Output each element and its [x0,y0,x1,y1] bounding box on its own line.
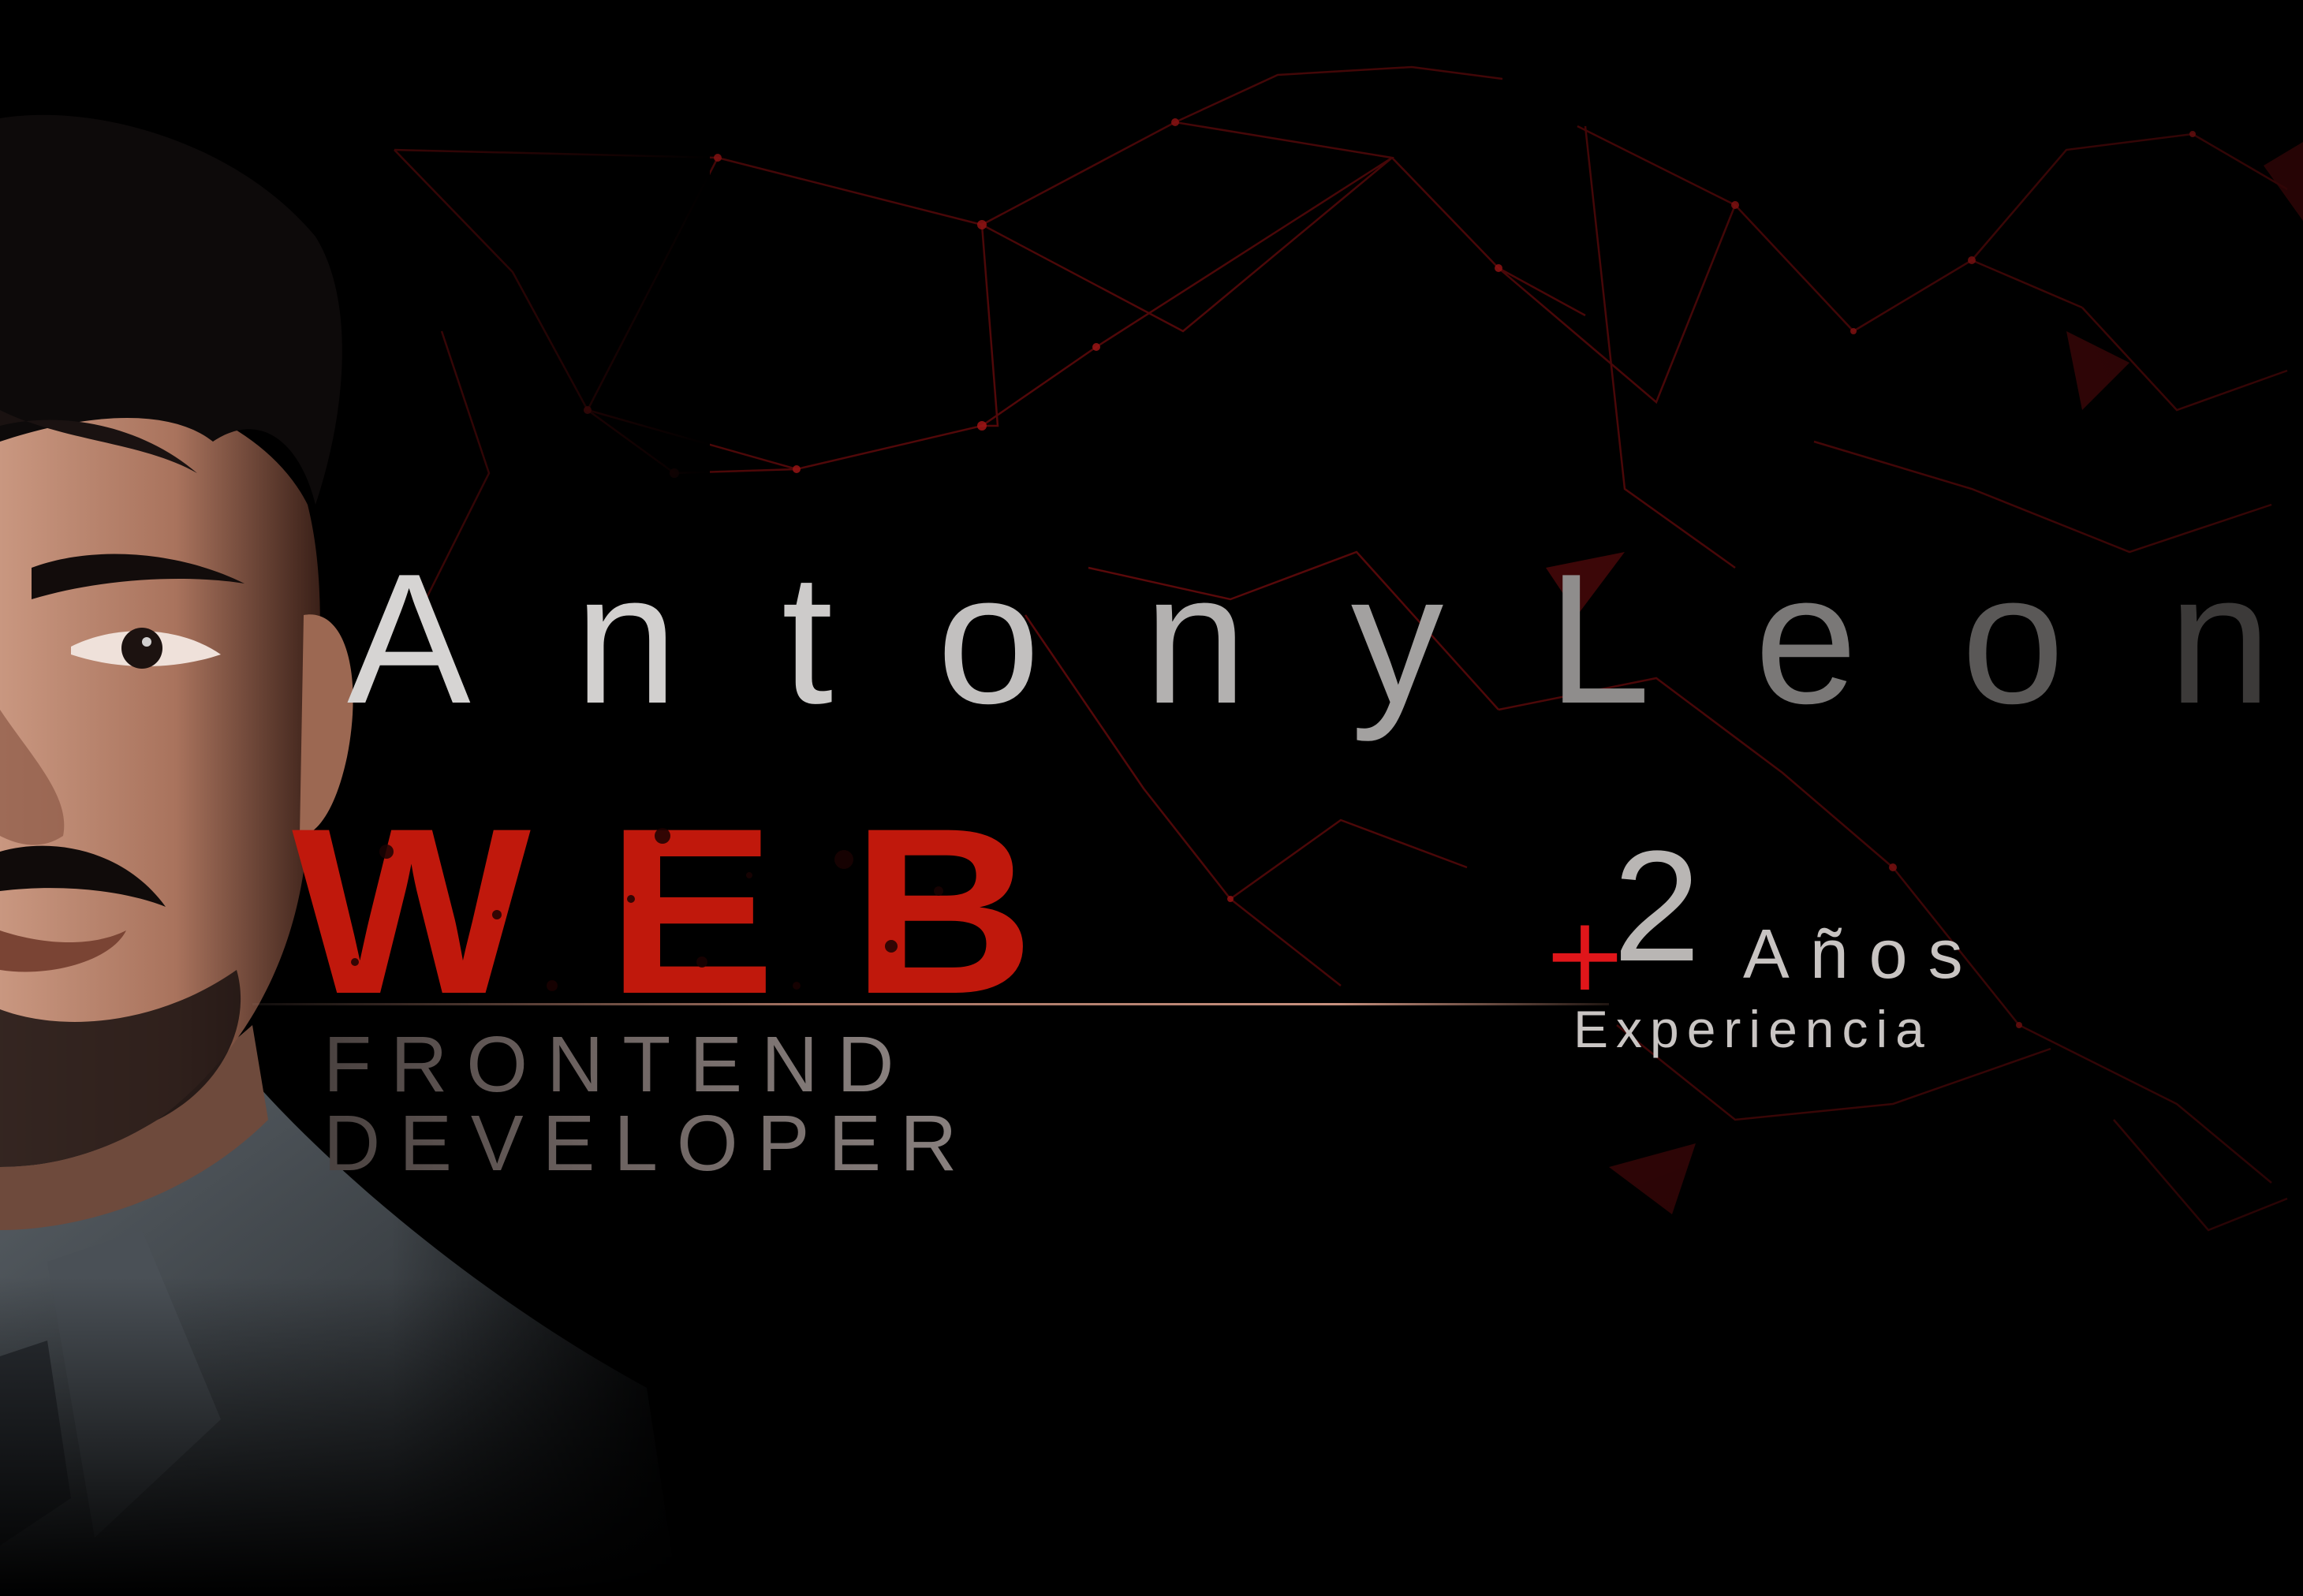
name-letter: A [347,535,471,742]
name-letter: e [1754,535,1858,742]
experience-years: 2 [1613,819,1701,994]
name-letter: n [1144,535,1248,742]
name-letter: L [1547,535,1651,742]
divider-line [252,1003,1609,1005]
name-letter: n [2168,535,2271,742]
name-letter: o [1961,535,2065,742]
role-line-developer: DEVELOPER [323,1099,976,1188]
name-heading: A n t o n y L e o n [347,520,2271,757]
experience-badge: + 2 Años Experiencia [1542,820,2094,1072]
banner: A n t o n y L e o n WEB FRONTEND DEVELOP… [0,0,2303,1596]
grunge-texture [351,828,943,991]
name-letter: o [936,535,1040,742]
experience-unit: Años [1743,915,1984,993]
role-line-frontend: FRONTEND [323,1020,913,1109]
name-letter: y [1350,535,1444,742]
name-letter: t [781,535,834,742]
name-letter: n [574,535,678,742]
experience-label: Experiencia [1573,1000,1932,1058]
